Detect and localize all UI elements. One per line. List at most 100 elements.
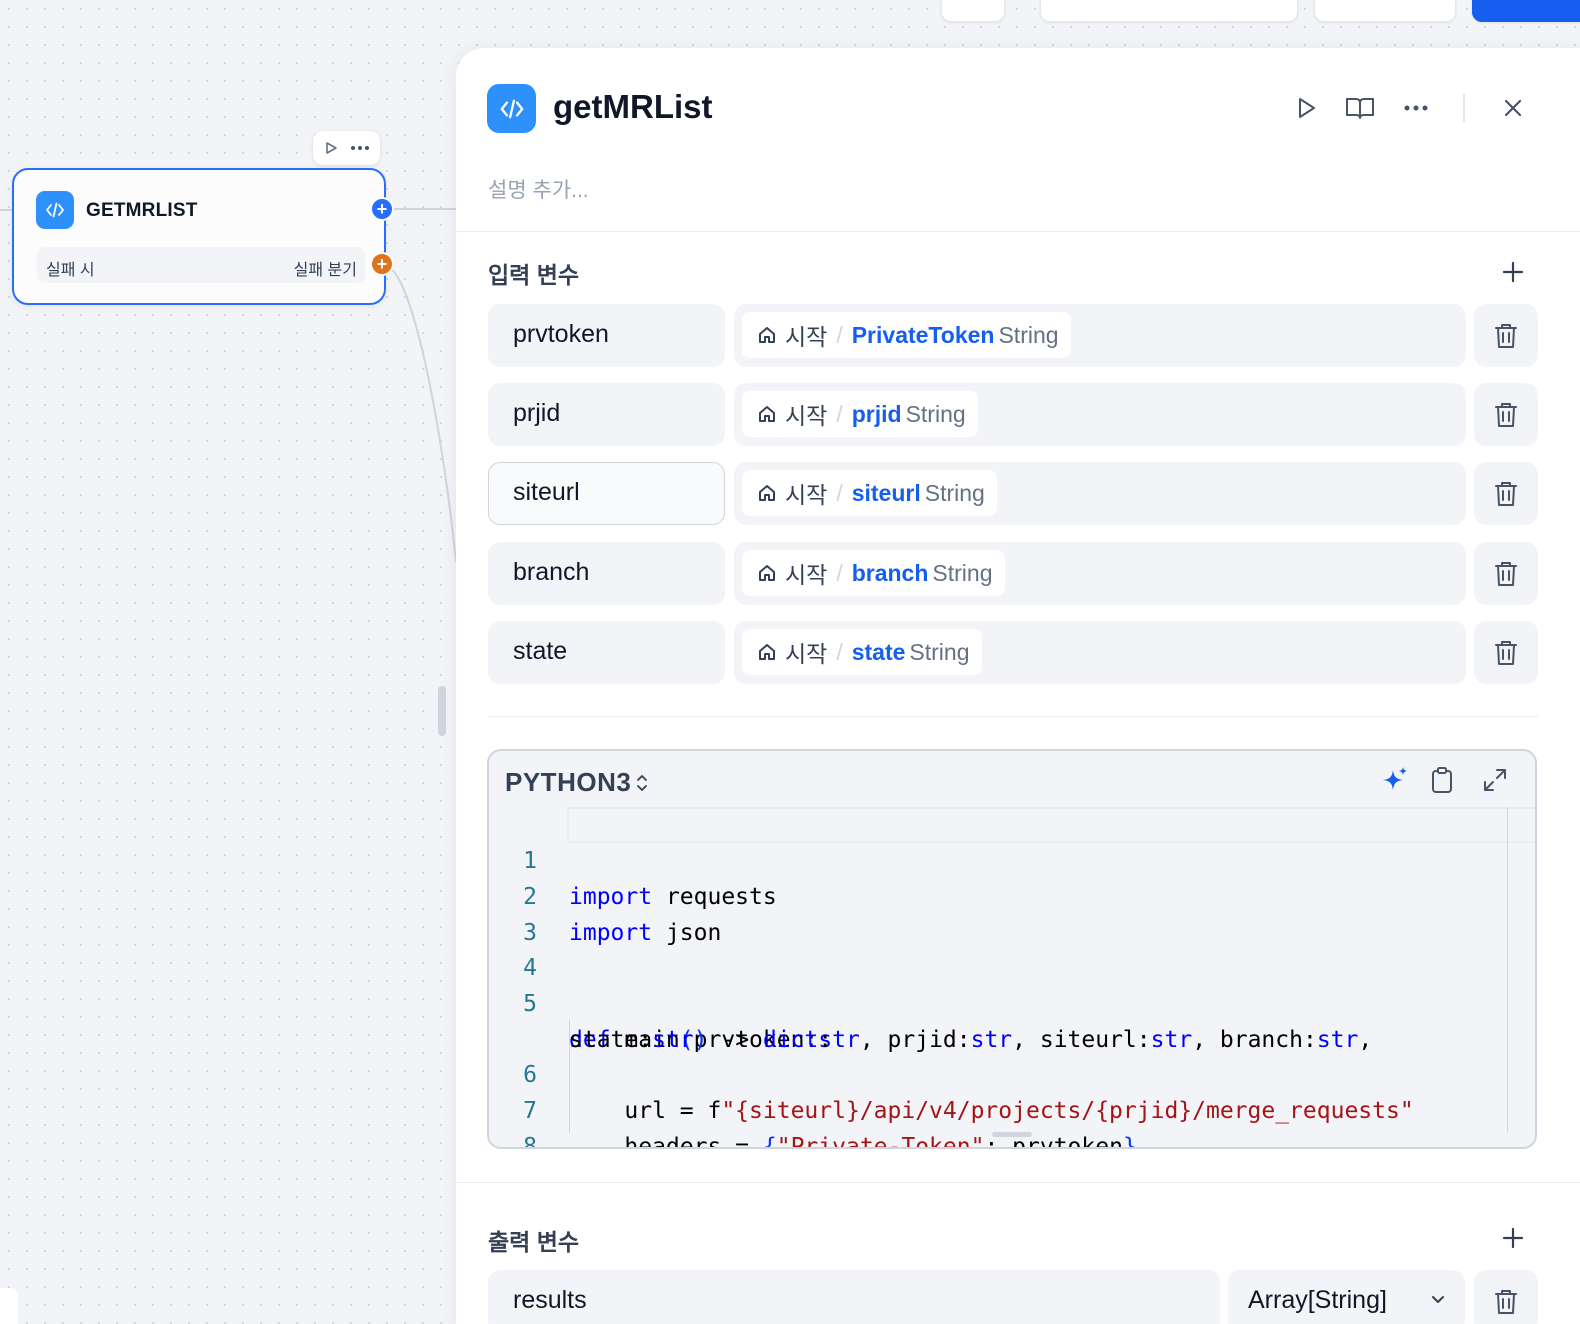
variable-name-input[interactable]: siteurl [488,462,725,525]
play-icon [325,142,337,154]
node-title: GETMRLIST [86,200,198,221]
reference-source: 시작 [785,482,828,508]
indent-guide [569,1020,570,1133]
node-fail-row: 실패 시 실패 분기 [37,247,365,283]
code-line: 4 [489,914,1507,981]
more-icon [350,146,369,150]
clipboard-icon [1432,767,1452,793]
trash-icon [1495,640,1517,665]
reference-separator: / [836,321,843,348]
code-editor[interactable]: PYTHON3 1 import requests 2 import json [487,749,1537,1149]
home-icon [757,404,777,424]
reference-separator: / [836,479,843,506]
input-variable-row: branch 시작 / branch String [488,542,1538,605]
ai-generate-button[interactable] [1379,764,1411,796]
variable-name-input[interactable]: branch [488,542,725,605]
input-variable-row: siteurl 시작 / siteurl String [488,462,1538,525]
sparkle-icon [1383,767,1407,790]
copy-code-button[interactable] [1426,764,1458,796]
edge-incoming [0,209,12,211]
reference-source: 시작 [785,641,828,667]
language-selector[interactable]: PYTHON3 [505,767,649,798]
run-toolbar-group[interactable] [1040,0,1298,22]
variable-name-input[interactable]: prjid [488,383,725,446]
reference-variable: prjid [851,400,902,427]
panel-resize-handle[interactable] [438,686,446,736]
node-detail-panel: getMRList 설명 추가... 입력 변수 prvtoken 시작 / P… [456,48,1580,1324]
add-input-variable-button[interactable] [1498,257,1528,287]
reference-source: 시작 [785,403,828,429]
reference-separator: / [836,559,843,586]
delete-variable-button[interactable] [1474,542,1538,605]
canvas-control[interactable] [0,1288,18,1324]
home-icon [757,483,777,503]
trash-icon [1495,323,1517,348]
variable-reference-tag: 시작 / PrivateToken String [742,312,1071,358]
output-name-input[interactable]: results [488,1270,1220,1324]
variable-reference-selector[interactable]: 시작 / PrivateToken String [734,304,1466,367]
publish-button[interactable] [1472,0,1580,22]
description-input[interactable]: 설명 추가... [488,174,589,204]
reference-separator: / [836,638,843,665]
run-node-button[interactable] [1288,90,1324,126]
toolbar-button-1[interactable] [941,0,1005,22]
reference-type: String [909,638,970,665]
close-panel-button[interactable] [1495,90,1531,126]
variable-reference-selector[interactable]: 시작 / siteurl String [734,462,1466,525]
input-variable-row: state 시작 / state String [488,621,1538,684]
delete-variable-button[interactable] [1474,621,1538,684]
reference-type: String [932,559,993,586]
output-type-select[interactable]: Array[String] [1228,1270,1465,1324]
plus-icon: + [376,199,388,219]
reference-type: String [905,400,966,427]
input-variable-row: prjid 시작 / prjid String [488,383,1538,446]
code-content[interactable]: 1 import requests 2 import json 3 4 5 de… [489,807,1535,1147]
variable-name-input[interactable]: prvtoken [488,304,725,367]
play-icon [1299,98,1315,118]
variable-name-input[interactable]: state [488,621,725,684]
reference-separator: / [836,400,843,427]
add-next-node-handle[interactable]: + [370,197,394,221]
editor-scrollbar[interactable] [1507,807,1508,1132]
variable-reference-tag: 시작 / branch String [742,550,1005,596]
node-run-button[interactable] [324,141,338,155]
node-toolbar [313,131,380,165]
code-line: 7 headers = {"Private-Token": prvtoken} [489,1057,1507,1147]
delete-variable-button[interactable] [1474,304,1538,367]
variable-reference-tag: 시작 / siteurl String [742,470,997,516]
plus-icon [1502,1227,1524,1249]
add-output-variable-button[interactable] [1498,1223,1528,1253]
input-variable-row: prvtoken 시작 / PrivateToken String [488,304,1538,367]
fail-label: 실패 시 [46,262,95,279]
add-fail-branch-handle[interactable]: + [370,252,394,276]
code-editor-header: PYTHON3 [489,751,1535,807]
node-more-button[interactable] [350,145,370,151]
delete-output-button[interactable] [1474,1270,1538,1324]
language-label: PYTHON3 [505,767,632,797]
edge-fail-branch [385,265,457,562]
trash-icon [1495,481,1517,506]
docs-button[interactable] [1342,90,1378,126]
code-icon [36,191,74,229]
variable-reference-selector[interactable]: 시작 / prjid String [734,383,1466,446]
toolbar-button-3[interactable] [1314,0,1456,22]
chevron-down-icon [1429,1290,1447,1308]
variable-reference-selector[interactable]: 시작 / state String [734,621,1466,684]
panel-title[interactable]: getMRList [553,88,713,126]
code-line-wrap: state:str) -> dict: [569,1027,833,1053]
output-type-value: Array[String] [1248,1286,1387,1314]
delete-variable-button[interactable] [1474,462,1538,525]
reference-source: 시작 [785,562,828,588]
code-line: 1 import requests [489,807,1507,910]
editor-resize-handle[interactable] [992,1132,1032,1137]
editor-divider [456,1182,1580,1183]
variable-reference-selector[interactable]: 시작 / branch String [734,542,1466,605]
expand-editor-button[interactable] [1479,764,1511,796]
more-options-button[interactable] [1398,90,1434,126]
line-number: 8 [523,1134,537,1149]
expand-icon [1484,769,1506,791]
delete-variable-button[interactable] [1474,383,1538,446]
workflow-node-getmrlist[interactable]: GETMRLIST 실패 시 실패 분기 [12,168,386,305]
reference-type: String [924,479,985,506]
code-line: 2 import json [489,843,1507,946]
